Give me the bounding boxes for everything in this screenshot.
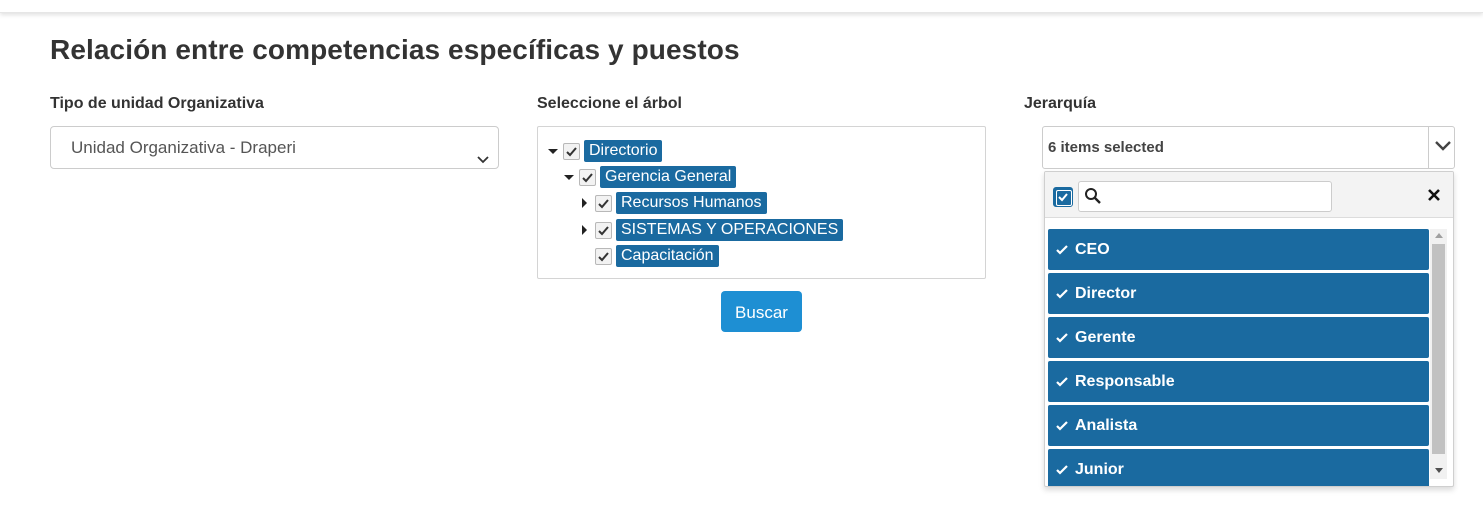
check-icon: [1056, 332, 1068, 343]
check-icon: [598, 251, 609, 261]
tree-node-directorio: Directorio: [547, 140, 663, 162]
tree-checkbox[interactable]: [595, 194, 612, 212]
search-button[interactable]: Buscar: [721, 291, 802, 332]
page-title: Relación entre competencias específicas …: [50, 34, 740, 65]
unit-type-label: Tipo de unidad Organizativa: [50, 95, 264, 112]
option-label: Responsable: [1075, 373, 1175, 390]
unit-type-selected-value: Unidad Organizativa - Draperi: [71, 138, 296, 157]
tree-label: Seleccione el árbol: [537, 95, 682, 112]
check-icon: [598, 198, 609, 208]
scroll-down-icon[interactable]: [1435, 468, 1443, 473]
close-icon[interactable]: [1427, 188, 1441, 207]
hierarchy-option-director[interactable]: Director: [1048, 273, 1429, 314]
chevron-down-icon[interactable]: [1433, 135, 1453, 160]
caret-down-icon[interactable]: [547, 145, 559, 157]
caret-right-icon[interactable]: [579, 224, 591, 236]
check-icon: [1058, 193, 1068, 202]
tree-node-capacitacion: Capacitación: [579, 245, 719, 267]
tree-node-label[interactable]: Directorio: [584, 140, 663, 162]
tree-node-label[interactable]: Gerencia General: [600, 166, 737, 188]
tree-node-sistemas-y-operaciones: SISTEMAS Y OPERACIONES: [579, 219, 844, 241]
hierarchy-option-analista[interactable]: Analista: [1048, 405, 1429, 446]
tree-node-label[interactable]: SISTEMAS Y OPERACIONES: [616, 219, 844, 241]
chevron-down-icon: [476, 140, 492, 164]
hierarchy-label: Jerarquía: [1024, 95, 1097, 112]
hierarchy-options: CEO Director Gerente Responsable Analist…: [1048, 229, 1429, 486]
caret-down-icon[interactable]: [563, 171, 575, 183]
hierarchy-option-gerente[interactable]: Gerente: [1048, 317, 1429, 358]
unit-type-select[interactable]: Unidad Organizativa - Draperi: [50, 126, 499, 169]
check-icon: [1056, 464, 1068, 475]
search-icon: [1084, 187, 1102, 210]
select-all-checkbox[interactable]: [1053, 187, 1073, 207]
option-label: Gerente: [1075, 329, 1136, 346]
caret-right-icon[interactable]: [579, 197, 591, 209]
top-bar: [0, 0, 1483, 13]
tree-checkbox[interactable]: [595, 247, 612, 265]
hierarchy-option-responsable[interactable]: Responsable: [1048, 361, 1429, 402]
check-icon: [1056, 420, 1068, 431]
tree-checkbox[interactable]: [563, 142, 580, 160]
tree-node-label[interactable]: Capacitación: [616, 245, 719, 267]
hierarchy-multiselect[interactable]: 6 items selected: [1042, 126, 1455, 169]
org-tree: Directorio Gerencia General Recursos Hum…: [537, 126, 986, 279]
option-label: Analista: [1075, 417, 1138, 434]
hierarchy-search-input[interactable]: [1078, 181, 1332, 212]
check-icon: [566, 146, 577, 156]
hierarchy-summary: 6 items selected: [1048, 139, 1164, 156]
tree-node-gerencia-general: Gerencia General: [563, 166, 737, 188]
hierarchy-dropdown: CEO Director Gerente Responsable Analist…: [1044, 171, 1454, 487]
scrollbar-thumb[interactable]: [1432, 244, 1445, 454]
options-scrollbar[interactable]: [1430, 229, 1447, 479]
tree-node-recursos-humanos: Recursos Humanos: [579, 192, 767, 214]
check-icon: [1056, 376, 1068, 387]
hierarchy-option-ceo[interactable]: CEO: [1048, 229, 1429, 270]
option-label: Director: [1075, 285, 1137, 302]
option-label: Junior: [1075, 461, 1124, 478]
hierarchy-filter-bar: [1045, 172, 1453, 218]
hierarchy-option-junior[interactable]: Junior: [1048, 449, 1429, 486]
check-icon: [598, 225, 609, 235]
check-icon: [582, 172, 593, 182]
option-label: CEO: [1075, 241, 1110, 258]
check-icon: [1056, 288, 1068, 299]
tree-node-label[interactable]: Recursos Humanos: [616, 192, 767, 214]
tree-checkbox[interactable]: [579, 168, 596, 186]
tree-checkbox[interactable]: [595, 221, 612, 239]
scroll-up-icon[interactable]: [1435, 233, 1443, 238]
check-icon: [1056, 244, 1068, 255]
